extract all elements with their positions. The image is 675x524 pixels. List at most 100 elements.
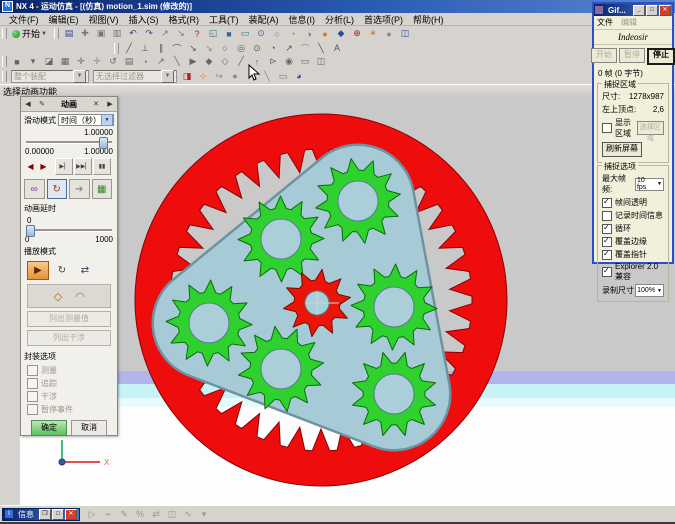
toolbar-icon[interactable]: ◎ — [234, 42, 248, 55]
articulation-button[interactable]: ◇ — [47, 287, 69, 305]
play-mode-button[interactable]: ▶ — [27, 261, 49, 280]
toolbar-icon[interactable]: ■ — [222, 27, 236, 40]
snap-toolbar-icon[interactable]: ⊹ — [196, 70, 210, 83]
snap-toolbar-icon[interactable]: ↪ — [212, 70, 226, 83]
toolbar-icon[interactable]: ● — [382, 27, 396, 40]
toolbar-icon[interactable]: ◱ — [206, 27, 220, 40]
animation-export-button[interactable]: ∞ — [24, 179, 45, 199]
cancel-button[interactable]: 取消 — [71, 420, 107, 436]
play-direction-button[interactable]: ◀ — [24, 160, 37, 174]
start-menu-button[interactable]: 开始▼ — [9, 27, 50, 40]
selection-filter-combo[interactable]: 无选择过滤器▼ — [93, 70, 177, 83]
toolbar-icon[interactable]: ▶ — [186, 55, 200, 68]
toolbar-icon[interactable]: ◔ — [138, 55, 152, 68]
snap-toolbar-icon[interactable]: ╲ — [260, 70, 274, 83]
toolbar-icon[interactable]: ↘ — [202, 42, 216, 55]
toolbar-icon[interactable]: ↺ — [106, 55, 120, 68]
refresh-screen-button[interactable]: 刷新屏幕 — [602, 142, 642, 157]
menu-item[interactable]: 工具(T) — [204, 13, 244, 26]
selection-scope-combo[interactable]: 整个装配▼ — [11, 70, 89, 83]
maximize-button[interactable]: □ — [52, 509, 64, 520]
toolbar-icon[interactable]: ◫ — [314, 55, 328, 68]
step-button[interactable]: ▶▶▏ — [74, 158, 92, 175]
bottom-toolbar-icon[interactable]: ✎ — [117, 508, 131, 521]
toolbar-icon[interactable]: ○ — [218, 42, 232, 55]
play-mode-button[interactable]: ↻ — [52, 262, 72, 279]
animation-export-button[interactable]: ↻ — [47, 179, 68, 199]
toolbar-icon[interactable]: ⊳ — [266, 55, 280, 68]
toolbar-icon[interactable]: ■ — [10, 55, 24, 68]
gif-menu-edit[interactable]: 编辑 — [621, 17, 637, 28]
toolbar-icon[interactable]: ✛ — [90, 55, 104, 68]
play-mode-button[interactable]: ⇄ — [75, 262, 95, 279]
capture-option-checkbox[interactable] — [602, 237, 612, 247]
toolbar-icon[interactable]: ◔ — [286, 27, 300, 40]
menu-item[interactable]: 帮助(H) — [408, 13, 449, 26]
restore-button[interactable]: ❐ — [39, 509, 51, 520]
maximize-button[interactable]: □ — [646, 5, 658, 16]
title-bar[interactable]: N NX 4 - 运动仿真 - [(仿真) motion_1.sim (修改的)… — [0, 0, 675, 13]
toolbar-icon[interactable]: ↘ — [174, 27, 188, 40]
package-option-checkbox[interactable] — [27, 391, 38, 402]
toolbar-icon[interactable]: ◔ — [266, 42, 280, 55]
snap-toolbar-icon[interactable]: ◕ — [292, 70, 306, 83]
snap-toolbar-icon[interactable]: ◨ — [180, 70, 194, 83]
animation-export-button[interactable]: ▦ — [92, 179, 113, 199]
toolbar-icon[interactable]: A — [330, 42, 344, 55]
gif-start-button[interactable]: 开始 — [591, 48, 617, 63]
animation-export-button[interactable]: ➔ — [69, 179, 90, 199]
gif-menu-file[interactable]: 文件 — [597, 17, 613, 28]
toolbar-icon[interactable]: ⊕ — [350, 27, 364, 40]
delay-slider[interactable] — [26, 225, 112, 235]
toolbar-icon[interactable]: ▦ — [58, 55, 72, 68]
show-region-checkbox[interactable] — [602, 123, 612, 133]
toolbar-icon[interactable]: ● — [318, 27, 332, 40]
play-direction-button[interactable]: ▶ — [37, 160, 50, 174]
toolbar-icon[interactable]: ⊥ — [138, 42, 152, 55]
info-window-minimized[interactable]: i 信息 ❐ □ ✕ — [2, 508, 80, 521]
toolbar-icon[interactable]: ▤ — [62, 27, 76, 40]
toolbar-icon[interactable]: ▭ — [298, 55, 312, 68]
toolbar-icon[interactable]: ○ — [270, 27, 284, 40]
animation-tab[interactable]: 动画 — [49, 99, 89, 110]
package-option-checkbox[interactable] — [27, 378, 38, 389]
toolbar-icon[interactable]: ? — [190, 27, 204, 40]
toolbar-icon[interactable]: ▭ — [238, 27, 252, 40]
toolbar-icon[interactable]: ╲ — [170, 55, 184, 68]
time-slider[interactable] — [26, 137, 112, 147]
menu-item[interactable]: 文件(F) — [4, 13, 44, 26]
menu-item[interactable]: 编辑(E) — [44, 13, 84, 26]
toolbar-icon[interactable]: ╱ — [122, 42, 136, 55]
bottom-toolbar-icon[interactable]: ∿ — [181, 508, 195, 521]
capture-option-checkbox[interactable] — [602, 211, 612, 221]
bottom-toolbar-icon[interactable]: ⇄ — [149, 508, 163, 521]
list-measure-button[interactable]: 列出测量值 — [27, 311, 111, 327]
dialog-back-button[interactable]: ◀ — [21, 97, 35, 111]
bottom-toolbar-icon[interactable]: ▷ — [85, 508, 99, 521]
gif-stop-button[interactable]: 停止 — [647, 48, 675, 65]
bottom-toolbar-icon[interactable]: % — [133, 508, 147, 521]
toolbar-icon[interactable]: ▥ — [110, 27, 124, 40]
menu-item[interactable]: 信息(I) — [284, 13, 321, 26]
capture-option-checkbox[interactable] — [602, 267, 612, 277]
toolbar-icon[interactable]: ◑ — [302, 27, 316, 40]
bottom-toolbar-icon[interactable]: ◫ — [165, 508, 179, 521]
toolbar-icon[interactable]: ◫ — [398, 27, 412, 40]
toolbar-icon[interactable]: ✶ — [366, 27, 380, 40]
toolbar-icon[interactable]: ◇ — [218, 55, 232, 68]
select-region-button[interactable]: 选择区域 — [637, 121, 664, 135]
snap-toolbar-icon[interactable]: ▭ — [276, 70, 290, 83]
minimize-button[interactable]: _ — [633, 5, 645, 16]
articulation-button[interactable]: ◠ — [69, 287, 91, 305]
toolbar-icon[interactable]: ◆ — [202, 55, 216, 68]
snap-toolbar-icon[interactable]: ● — [228, 70, 242, 83]
package-option-checkbox[interactable] — [27, 365, 38, 376]
menu-item[interactable]: 视图(V) — [84, 13, 124, 26]
toolbar-icon[interactable]: ↗ — [282, 42, 296, 55]
gif-pause-button[interactable]: 暂停 — [619, 48, 645, 63]
time-slider-thumb[interactable] — [99, 137, 108, 149]
capture-option-checkbox[interactable] — [602, 198, 612, 208]
toolbar-icon[interactable]: ✛ — [74, 55, 88, 68]
toolbar-icon[interactable]: ∥ — [154, 42, 168, 55]
ok-button[interactable]: 确定 — [31, 420, 67, 436]
